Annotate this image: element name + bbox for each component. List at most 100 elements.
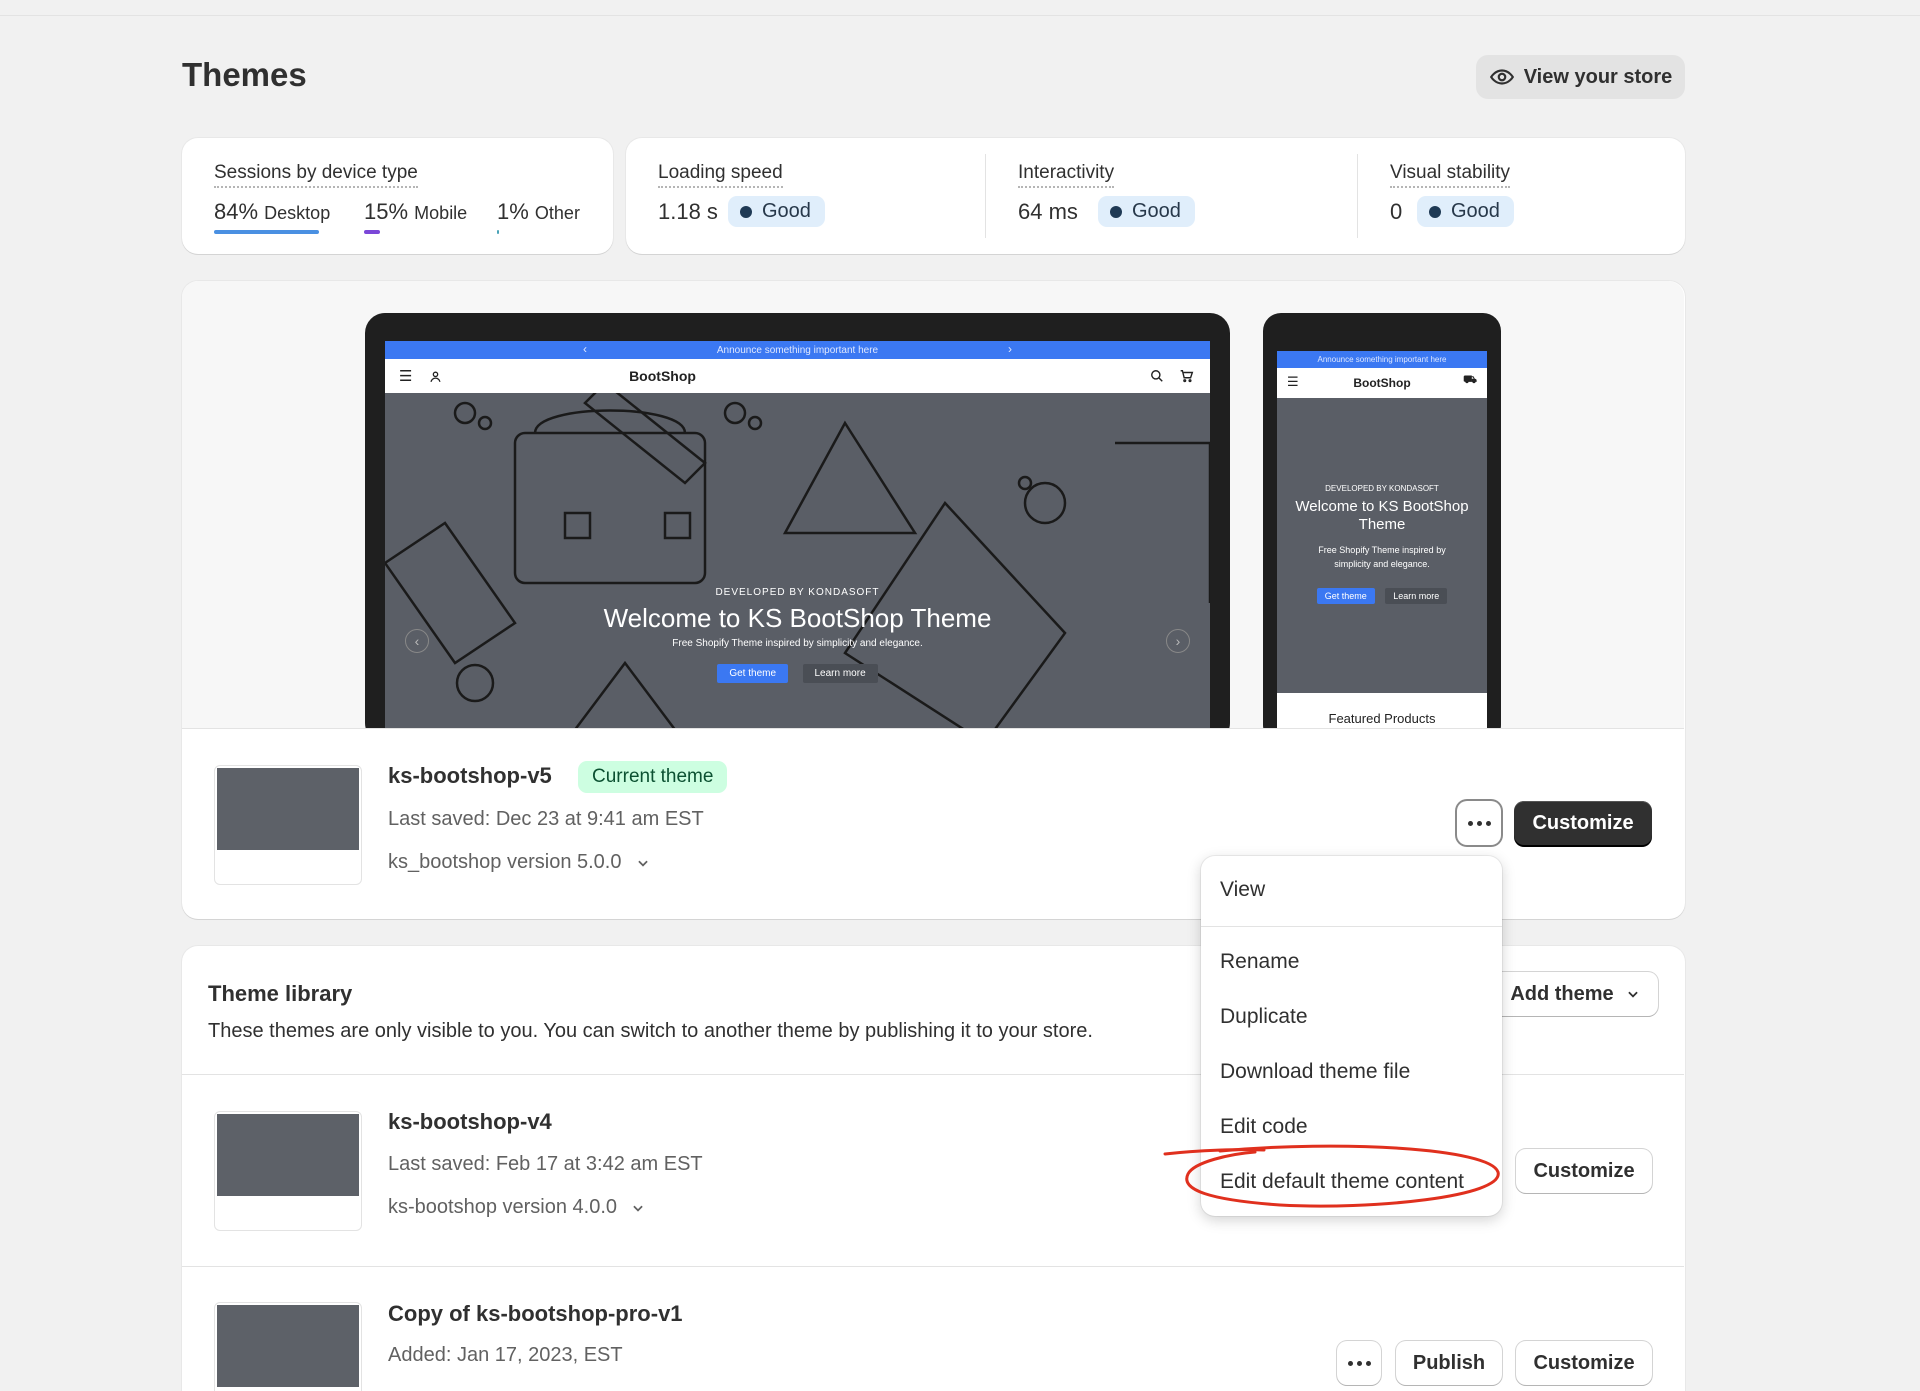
interactivity-label[interactable]: Interactivity — [1018, 162, 1115, 188]
hero-learn-more-button: Learn more — [802, 664, 878, 683]
mobile-hero-subtitle: Free Shopify Theme inspired by simplicit… — [1318, 545, 1446, 569]
add-theme-button[interactable]: Add theme — [1492, 972, 1658, 1016]
store-nav: ☰ BootShop — [385, 359, 1210, 393]
current-theme-customize-button[interactable]: Customize — [1514, 801, 1652, 845]
session-other-label: Other — [534, 203, 580, 223]
mobile-announcement-text: Announce something important here — [1317, 355, 1447, 364]
mobile-preview-screen: Announce something important here ☰ Boot… — [1277, 351, 1487, 728]
interactivity-status-label: Good — [1132, 200, 1181, 222]
mobile-store-name: BootShop — [1353, 376, 1411, 390]
visual-stability-status-label: Good — [1451, 200, 1500, 222]
desktop-preview-screen: ‹ Announce something important here › ☰ … — [385, 341, 1210, 728]
store-name: BootShop — [629, 368, 696, 384]
more-horizontal-icon — [1347, 1360, 1371, 1366]
mobile-hero-kicker: DEVELOPED BY KONDASOFT — [1325, 484, 1439, 493]
mobile-get-theme-button: Get theme — [1316, 588, 1375, 604]
thumbnail-hero — [217, 768, 359, 850]
mobile-hero-actions: Get theme Learn more — [1277, 586, 1487, 604]
hero-get-theme-button: Get theme — [717, 664, 789, 683]
loading-speed-value: 1.18 s — [658, 199, 718, 224]
library-theme-customize-button[interactable]: Customize — [1516, 1341, 1652, 1385]
visual-stability-label[interactable]: Visual stability — [1390, 162, 1511, 188]
theme-preview[interactable]: ‹ Announce something important here › ☰ … — [182, 281, 1684, 729]
add-theme-label: Add theme — [1510, 982, 1614, 1005]
chevron-down-icon — [1627, 991, 1638, 998]
metric-divider — [1357, 154, 1358, 238]
account-icon — [430, 371, 441, 382]
interactivity-status: Good — [1098, 196, 1195, 227]
desktop-preview: ‹ Announce something important here › ☰ … — [365, 313, 1230, 728]
theme-library-title: Theme library — [208, 981, 353, 1006]
highlight-circle-annotation — [1163, 1144, 1500, 1208]
more-horizontal-icon — [1467, 820, 1491, 826]
hero-banner: DEVELOPED BY KONDASOFT Welcome to KS Boo… — [385, 393, 1210, 728]
current-theme-card: ‹ Announce something important here › ☰ … — [182, 281, 1685, 919]
chevron-left-icon: ‹ — [583, 342, 587, 356]
menu-divider — [1201, 926, 1502, 927]
session-desktop-percent: 84% — [214, 199, 259, 224]
view-store-label: View your store — [1523, 65, 1673, 88]
top-divider — [0, 15, 1920, 16]
cart-icon — [1180, 370, 1194, 383]
loading-speed-label[interactable]: Loading speed — [658, 162, 783, 188]
theme-thumbnail — [214, 1302, 362, 1391]
library-theme-name: Copy of ks-bootshop-pro-v1 — [388, 1301, 683, 1326]
current-theme-actions-button[interactable] — [1457, 801, 1501, 845]
current-theme-version[interactable]: ks_bootshop version 5.0.0 — [388, 851, 650, 874]
library-theme-version[interactable]: ks-bootshop version 4.0.0 — [388, 1196, 645, 1219]
view-store-button[interactable]: View your store — [1476, 55, 1685, 99]
library-theme-actions-button[interactable] — [1337, 1341, 1381, 1385]
mobile-hero: DEVELOPED BY KONDASOFT Welcome to KS Boo… — [1277, 398, 1487, 693]
desktop-usage-bar — [214, 230, 319, 234]
thumbnail-hero — [217, 1305, 359, 1387]
menu-icon: ☰ — [1287, 374, 1299, 389]
mobile-preview: Announce something important here ☰ Boot… — [1263, 313, 1501, 728]
announcement-text: Announce something important here — [716, 344, 879, 356]
mobile-store-nav: ☰ BootShop ⛟ — [1277, 368, 1487, 398]
current-theme-thumbnail — [214, 765, 362, 885]
mobile-featured: Featured Products — [1277, 693, 1487, 728]
status-dot-icon — [740, 205, 752, 218]
status-dot-icon — [1429, 205, 1441, 218]
menu-item-edit-code[interactable]: Edit code — [1220, 1115, 1308, 1139]
current-theme-name: ks-bootshop-v5 — [388, 763, 552, 788]
library-theme-customize-button[interactable]: Customize — [1516, 1149, 1652, 1193]
hero-kicker: DEVELOPED BY KONDASOFT — [715, 587, 880, 598]
library-theme-version-label: ks-bootshop version 4.0.0 — [388, 1196, 618, 1218]
performance-card: Loading speed 1.18 s Good Interactivity … — [626, 138, 1685, 254]
cart-icon: ⛟ — [1463, 374, 1477, 386]
current-theme-badge: Current theme — [578, 761, 728, 793]
menu-item-rename[interactable]: Rename — [1220, 950, 1299, 974]
library-divider — [182, 1266, 1684, 1267]
mobile-hero-title: Welcome to KS BootShop Theme — [1295, 498, 1469, 533]
interactivity-value: 64 ms — [1018, 199, 1078, 224]
loading-speed-status: Good — [728, 196, 825, 227]
session-mobile-percent: 15% — [364, 199, 409, 224]
menu-item-view[interactable]: View — [1220, 878, 1265, 902]
other-usage-bar — [497, 230, 499, 234]
current-theme-last-saved: Last saved: Dec 23 at 9:41 am EST — [388, 808, 704, 830]
menu-item-download-theme-file[interactable]: Download theme file — [1220, 1060, 1410, 1084]
library-theme-publish-button[interactable]: Publish — [1396, 1341, 1502, 1385]
chevron-down-icon — [637, 860, 648, 867]
library-theme-last-saved: Last saved: Feb 17 at 3:42 am EST — [388, 1153, 703, 1175]
theme-thumbnail — [214, 1111, 362, 1231]
mobile-learn-more-button: Learn more — [1385, 588, 1448, 604]
current-theme-version-label: ks_bootshop version 5.0.0 — [388, 851, 622, 873]
loading-speed-status-label: Good — [762, 200, 811, 222]
hero-subtitle: Free Shopify Theme inspired by simplicit… — [672, 638, 923, 649]
search-icon — [1151, 370, 1163, 382]
status-dot-icon — [1110, 205, 1122, 218]
hero-actions: Get theme Learn more — [385, 663, 1210, 683]
session-mobile-label: Mobile — [414, 203, 468, 223]
eye-icon — [1489, 69, 1514, 85]
announcement-bar: ‹ Announce something important here › — [385, 341, 1210, 359]
chevron-down-icon — [633, 1205, 643, 1212]
thumbnail-hero — [217, 1114, 359, 1196]
sessions-label[interactable]: Sessions by device type — [214, 162, 418, 188]
library-theme-name: ks-bootshop-v4 — [388, 1109, 552, 1134]
library-theme-added: Added: Jan 17, 2023, EST — [388, 1344, 623, 1366]
menu-item-duplicate[interactable]: Duplicate — [1220, 1005, 1308, 1029]
mobile-announcement-bar: Announce something important here — [1277, 351, 1487, 368]
hero-title: Welcome to KS BootShop Theme — [603, 603, 992, 633]
